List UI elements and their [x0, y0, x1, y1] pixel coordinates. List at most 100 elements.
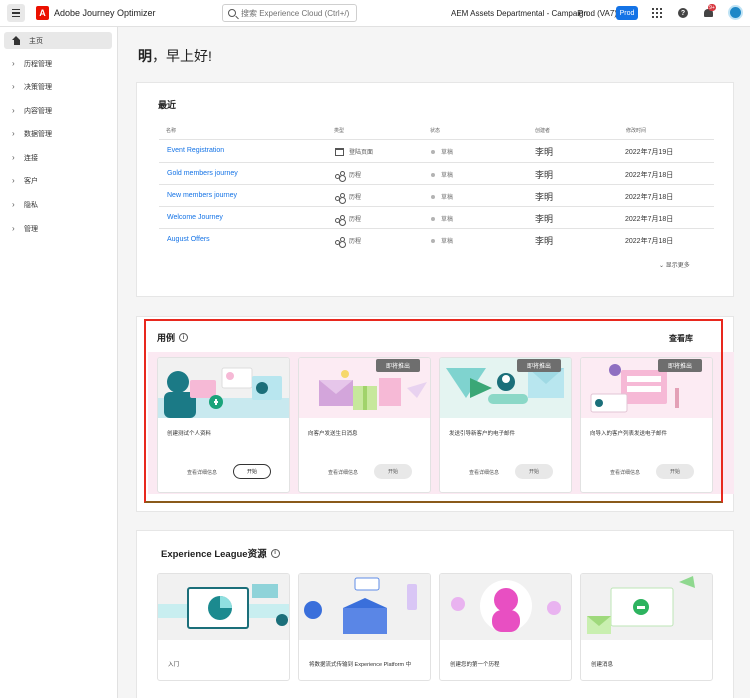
experience-league-title-label: Experience League资源 [161, 549, 267, 560]
column-header-modified[interactable]: 修改时间 [626, 127, 646, 134]
row-name-link[interactable]: Welcome Journey [167, 214, 223, 221]
resource-label: 创建消息 [591, 662, 614, 668]
chevron-right-icon: › [12, 59, 15, 68]
status-dot-icon [431, 238, 435, 243]
first-journey-illustration [440, 574, 571, 640]
sidebar-item-label: 主页 [29, 37, 43, 45]
show-more-button[interactable]: ⌄ 显示更多 [659, 260, 690, 269]
sidebar-item-label: 数据管理 [24, 130, 52, 138]
row-type-label: 历程 [349, 217, 362, 223]
row-status: 草稿 [431, 170, 453, 179]
row-name-link[interactable]: August Offers [167, 236, 210, 243]
resource-card[interactable]: 创建您的第一个历程 [439, 573, 572, 681]
sidebar-item-content-management[interactable]: › 内容管理 [4, 102, 112, 119]
stream-data-illustration [299, 574, 430, 640]
status-dot-icon [431, 216, 435, 221]
menu-icon[interactable] [7, 4, 25, 22]
row-creator: 李明 [535, 214, 554, 224]
row-status-label: 草稿 [441, 217, 454, 223]
chevron-right-icon: › [12, 200, 15, 209]
resource-label: 将数据流式传输到 Experience Platform 中 [309, 662, 412, 668]
resource-label: 入门 [168, 662, 180, 668]
table-row[interactable]: August Offers 历程 草稿 李明 2022年7月18日 [159, 228, 714, 250]
row-type-label: 历程 [349, 173, 362, 179]
row-type-label: 登陆页面 [349, 150, 374, 156]
column-header-name[interactable]: 名称 [166, 127, 176, 134]
user-name: 明 [138, 48, 152, 64]
sandbox-switcher[interactable]: Prod (VA7) [578, 9, 617, 18]
home-icon [12, 36, 21, 45]
app-title[interactable]: Adobe Journey Optimizer [54, 8, 156, 18]
table-row[interactable]: Welcome Journey 历程 草稿 李明 2022年7月18日 [159, 206, 714, 228]
show-more-label: 显示更多 [665, 263, 690, 269]
row-status: 草稿 [431, 147, 453, 156]
row-name-link[interactable]: Event Registration [167, 147, 224, 154]
sidebar-item-privacy[interactable]: › 隐私 [4, 196, 112, 213]
column-header-type[interactable]: 类型 [334, 127, 344, 134]
resource-card[interactable]: 创建消息 [580, 573, 713, 681]
highlight-frame [144, 319, 723, 503]
row-type: 历程 [335, 236, 361, 245]
chevron-right-icon: › [12, 129, 15, 138]
row-date: 2022年7月18日 [625, 194, 674, 201]
recent-title: 最近 [158, 100, 177, 110]
sidebar: 主页 › 历程管理 › 决策管理 › 内容管理 › 数据管理 › 连接 › 客户… [0, 27, 118, 698]
avatar[interactable] [728, 5, 743, 20]
row-type: 历程 [335, 170, 361, 179]
info-icon[interactable]: i [270, 548, 280, 558]
resource-card[interactable]: 入门 [157, 573, 290, 681]
help-icon[interactable]: ? [678, 8, 688, 18]
row-status-label: 草稿 [441, 150, 454, 156]
row-name-link[interactable]: New members journey [167, 192, 237, 199]
resource-card[interactable]: 将数据流式传输到 Experience Platform 中 [298, 573, 431, 681]
landing-page-icon [335, 147, 344, 156]
table-row[interactable]: Event Registration 登陆页面 草稿 李明 2022年7月19日 [159, 139, 714, 161]
adobe-logo-icon: A [36, 6, 49, 20]
sidebar-item-connections[interactable]: › 连接 [4, 149, 112, 166]
column-header-status[interactable]: 状态 [430, 127, 440, 134]
row-type: 登陆页面 [335, 147, 373, 156]
row-type: 历程 [335, 192, 361, 201]
prod-badge[interactable]: Prod [616, 6, 638, 20]
sidebar-item-label: 管理 [24, 225, 38, 233]
table-row[interactable]: Gold members journey 历程 草稿 李明 2022年7月18日 [159, 162, 714, 184]
search-input[interactable]: 搜索 Experience Cloud (Ctrl+/) [222, 4, 357, 22]
row-creator: 李明 [535, 236, 554, 246]
create-message-illustration [581, 574, 712, 640]
sidebar-item-label: 决策管理 [24, 83, 52, 91]
greeting-text: ，早上好! [152, 48, 212, 64]
sidebar-item-customers[interactable]: › 客户 [4, 172, 112, 189]
status-dot-icon [431, 149, 435, 154]
column-header-creator[interactable]: 创建者 [535, 127, 550, 134]
status-dot-icon [431, 194, 435, 199]
sidebar-item-decision-management[interactable]: › 决策管理 [4, 78, 112, 95]
row-type: 历程 [335, 214, 361, 223]
sidebar-item-label: 内容管理 [24, 107, 52, 115]
sidebar-item-label: 隐私 [24, 201, 38, 209]
sidebar-item-data-management[interactable]: › 数据管理 [4, 125, 112, 142]
apps-grid-icon[interactable] [652, 8, 662, 18]
chevron-right-icon: › [12, 176, 15, 185]
row-creator: 李明 [535, 192, 554, 202]
row-creator: 李明 [535, 170, 554, 180]
row-creator: 李明 [535, 147, 554, 157]
chevron-right-icon: › [12, 106, 15, 115]
notification-badge: 9+ [708, 4, 716, 11]
row-name-link[interactable]: Gold members journey [167, 170, 238, 177]
search-icon [228, 9, 236, 17]
sidebar-item-label: 客户 [24, 177, 38, 185]
sidebar-item-administration[interactable]: › 管理 [4, 220, 112, 237]
resource-label: 创建您的第一个历程 [450, 662, 500, 668]
org-switcher[interactable]: AEM Assets Departmental - Campaign [451, 9, 588, 18]
recent-panel: 最近 名称 类型 状态 创建者 修改时间 Event Registration … [136, 82, 734, 297]
row-status: 草稿 [431, 236, 453, 245]
row-date: 2022年7月18日 [625, 216, 674, 223]
table-row[interactable]: New members journey 历程 草稿 李明 2022年7月18日 [159, 184, 714, 206]
search-placeholder: 搜索 Experience Cloud (Ctrl+/) [241, 8, 350, 18]
sidebar-item-home[interactable]: 主页 [4, 32, 112, 49]
sidebar-item-journey-management[interactable]: › 历程管理 [4, 55, 112, 72]
row-type-label: 历程 [349, 195, 362, 201]
row-status-label: 草稿 [441, 173, 454, 179]
row-date: 2022年7月18日 [625, 238, 674, 245]
row-date: 2022年7月19日 [625, 149, 674, 156]
